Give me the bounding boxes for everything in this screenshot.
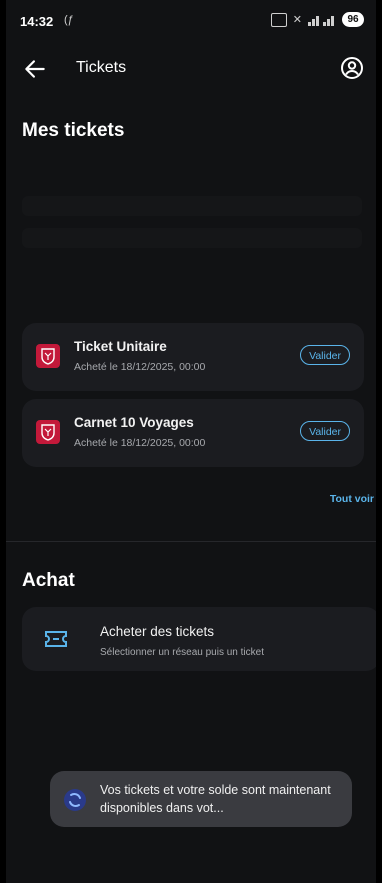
ticket-emblem-icon [36, 344, 60, 368]
validate-button[interactable]: Valider [300, 345, 350, 365]
ticket-outline-icon [45, 631, 67, 647]
buy-tickets-subtitle: Sélectionner un réseau puis un ticket [100, 647, 264, 658]
ticket-card[interactable]: Carnet 10 Voyages Acheté le 18/12/2025, … [22, 399, 364, 467]
validate-button[interactable]: Valider [300, 421, 350, 441]
battery-indicator: 96 [342, 12, 364, 27]
ticket-name: Carnet 10 Voyages [74, 415, 194, 430]
mute-icon: ✕ [292, 14, 302, 26]
my-tickets-title: Mes tickets [22, 120, 125, 141]
status-bar: 14:32 (ƒ ✕ 96 [6, 0, 376, 40]
placeholder-bar [22, 228, 362, 248]
account-circle-icon[interactable] [340, 56, 364, 80]
app-bar: Tickets [6, 42, 376, 94]
app-logo-icon [64, 789, 86, 811]
status-notification-icon: (ƒ [64, 14, 74, 26]
buy-tickets-card[interactable]: Acheter des tickets Sélectionner un rése… [22, 607, 376, 671]
app-screen: 14:32 (ƒ ✕ 96 Tickets Mes tickets Ticket… [6, 0, 376, 883]
status-time: 14:32 [20, 14, 54, 29]
placeholder-bar [22, 196, 362, 216]
status-icons: ✕ 96 [270, 12, 364, 27]
ticket-card[interactable]: Ticket Unitaire Acheté le 18/12/2025, 00… [22, 323, 364, 391]
page-title: Tickets [76, 59, 127, 76]
purchase-title: Achat [22, 570, 75, 591]
snackbar-message: Vos tickets et votre solde sont maintena… [100, 783, 331, 815]
section-divider [6, 541, 376, 542]
ticket-purchase-date: Acheté le 18/12/2025, 00:00 [74, 361, 206, 373]
snackbar: Vos tickets et votre solde sont maintena… [50, 771, 352, 827]
see-all-link[interactable]: Tout voir [330, 493, 374, 505]
arrow-left-icon[interactable] [22, 56, 48, 82]
ticket-emblem-icon [36, 420, 60, 444]
buy-tickets-title: Acheter des tickets [100, 624, 215, 639]
signal-icon [308, 15, 334, 26]
ticket-purchase-date: Acheté le 18/12/2025, 00:00 [74, 437, 206, 449]
cast-icon [270, 12, 287, 27]
ticket-name: Ticket Unitaire [74, 339, 167, 354]
